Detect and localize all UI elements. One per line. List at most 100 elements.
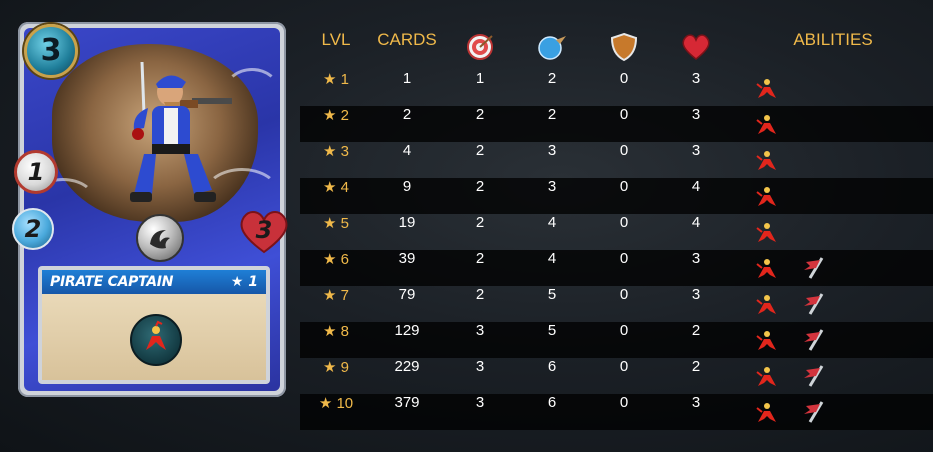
row-speed: 6: [547, 358, 557, 375]
row-cards: 379: [394, 394, 420, 411]
row-armor: 0: [619, 178, 629, 195]
level-stats-table: LVL CARDS ABILITIES ★ 1 1 1 2 0 3 ★ 2 2 …: [300, 30, 933, 430]
rally-icon[interactable]: [754, 76, 780, 100]
row-health: 4: [691, 214, 701, 231]
rally-icon[interactable]: [754, 364, 780, 388]
row-speed: 2: [547, 106, 557, 123]
rally-icon[interactable]: [754, 184, 780, 208]
rally-icon[interactable]: [754, 328, 780, 352]
header-cards: CARDS: [377, 30, 437, 49]
shield-icon: [588, 30, 660, 64]
row-speed: 4: [547, 214, 557, 231]
attack-stat: 1: [14, 150, 58, 194]
row-speed: 3: [547, 142, 557, 159]
flag-icon[interactable]: [802, 400, 828, 424]
flag-icon[interactable]: [802, 292, 828, 316]
row-abilities: [738, 394, 928, 430]
rally-icon[interactable]: [754, 148, 780, 172]
row-attack: 2: [475, 286, 485, 303]
row-cards: 129: [394, 322, 420, 339]
mana-cost: 3: [24, 24, 78, 78]
row-armor: 0: [619, 214, 629, 231]
row-abilities: [738, 106, 928, 142]
row-armor: 0: [619, 358, 629, 375]
row-armor: 0: [619, 322, 629, 339]
row-abilities: [738, 250, 928, 286]
row-level: ★ 8: [323, 323, 349, 340]
table-row: ★ 10 379 3 6 0 3: [300, 394, 933, 430]
target-ranged-icon: [445, 30, 515, 64]
row-armor: 0: [619, 70, 629, 87]
table-row: ★ 1 1 1 2 0 3: [300, 70, 933, 106]
row-health: 2: [691, 358, 701, 375]
row-armor: 0: [619, 394, 629, 411]
ability-panel: [42, 294, 266, 380]
row-speed: 3: [547, 178, 557, 195]
rally-icon[interactable]: [754, 400, 780, 424]
rally-icon[interactable]: [754, 256, 780, 280]
row-cards: 229: [394, 358, 420, 375]
row-attack: 1: [475, 70, 485, 87]
table-row: ★ 5 19 2 4 0 4: [300, 214, 933, 250]
rally-icon[interactable]: [754, 220, 780, 244]
flag-icon[interactable]: [802, 256, 828, 280]
row-health: 3: [691, 250, 701, 267]
header-lvl: LVL: [321, 30, 351, 49]
row-attack: 2: [475, 214, 485, 231]
row-cards: 39: [398, 250, 416, 267]
row-abilities: [738, 70, 928, 106]
row-speed: 6: [547, 394, 557, 411]
card-name: PIRATE CAPTAIN: [50, 274, 174, 290]
row-abilities: [738, 358, 928, 394]
row-speed: 4: [547, 250, 557, 267]
row-attack: 2: [475, 178, 485, 195]
row-level: ★ 7: [323, 287, 349, 304]
row-level: ★ 6: [323, 251, 349, 268]
row-armor: 0: [619, 286, 629, 303]
row-level: ★ 2: [323, 107, 349, 124]
decor-cloud: [224, 68, 280, 114]
rally-icon[interactable]: [754, 292, 780, 316]
row-level: ★ 10: [318, 395, 354, 412]
row-attack: 3: [475, 322, 485, 339]
table-row: ★ 3 4 2 3 0 3: [300, 142, 933, 178]
row-level: ★ 9: [323, 359, 349, 376]
row-cards: 2: [402, 106, 412, 123]
table-row: ★ 4 9 2 3 0 4: [300, 178, 933, 214]
row-health: 3: [691, 394, 701, 411]
row-abilities: [738, 214, 928, 250]
row-health: 3: [691, 142, 701, 159]
flag-icon[interactable]: [802, 328, 828, 352]
row-level: ★ 4: [323, 179, 349, 196]
row-health: 4: [691, 178, 701, 195]
row-attack: 2: [475, 106, 485, 123]
row-armor: 0: [619, 106, 629, 123]
row-attack: 2: [475, 142, 485, 159]
row-abilities: [738, 178, 928, 214]
table-row: ★ 9 229 3 6 0 2: [300, 358, 933, 394]
row-cards: 9: [402, 178, 412, 195]
monster-card[interactable]: PIRATE CAPTAIN ★ 1 3 1 2 3: [12, 22, 288, 397]
card-nameplate: PIRATE CAPTAIN ★ 1: [42, 270, 266, 294]
rally-icon[interactable]: [754, 112, 780, 136]
row-speed: 2: [547, 70, 557, 87]
table-header: LVL CARDS ABILITIES: [300, 30, 933, 70]
flag-icon[interactable]: [802, 364, 828, 388]
health-stat: 3: [238, 208, 290, 254]
water-element-icon: [136, 214, 184, 262]
speed-stat: 2: [12, 208, 54, 250]
row-abilities: [738, 286, 928, 322]
header-abilities: ABILITIES: [793, 30, 873, 49]
speed-orb-icon: [516, 30, 588, 64]
row-speed: 5: [547, 286, 557, 303]
health-value: 3: [255, 216, 273, 244]
row-health: 3: [691, 286, 701, 303]
table-row: ★ 8 129 3 5 0 2: [300, 322, 933, 358]
row-level: ★ 1: [323, 71, 349, 88]
row-cards: 1: [402, 70, 412, 87]
table-body: ★ 1 1 1 2 0 3 ★ 2 2 2 2 0 3 ★ 3 4 2 3 0 3 ★ 4 9 2 3 0 4 ★ 5 19 2 4 0…: [300, 70, 933, 430]
row-abilities: [738, 322, 928, 358]
rally-ability-icon[interactable]: [130, 314, 182, 366]
row-cards: 4: [402, 142, 412, 159]
table-row: ★ 6 39 2 4 0 3: [300, 250, 933, 286]
